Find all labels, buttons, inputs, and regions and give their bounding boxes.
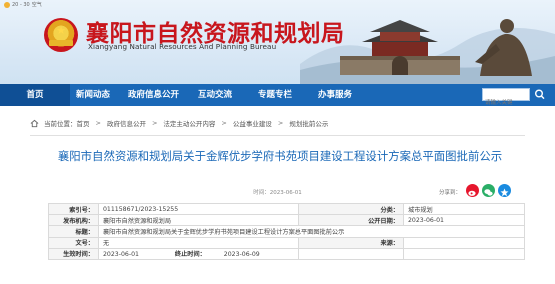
breadcrumb-separator: > xyxy=(95,119,101,127)
article-meta: 时间：2023-06-01 分享到： xyxy=(30,184,525,198)
search-box xyxy=(482,88,530,109)
breadcrumb-separator: > xyxy=(151,119,158,127)
docno-label: 文号： xyxy=(48,236,99,249)
nav-interaction[interactable]: 互动交流 xyxy=(198,84,232,106)
breadcrumb-statutory[interactable]: 法定主动公开内容 xyxy=(163,118,215,128)
weibo-share-icon[interactable] xyxy=(466,184,479,197)
pubdate-label: 公开日期： xyxy=(298,214,404,227)
nav-gov-info[interactable]: 政府信息公开 xyxy=(128,84,179,106)
sun-icon xyxy=(4,1,10,8)
qzone-share-icon[interactable] xyxy=(498,184,511,197)
category-label: 分类： xyxy=(298,202,404,216)
nav-services[interactable]: 办事服务 xyxy=(318,84,352,106)
publisher-value: 襄阳市自然资源和规划局 xyxy=(98,214,299,227)
table-row: 标题： 襄阳市自然资源和规划局关于金辉优步学府书苑项目建设工程设计方案总平面图批… xyxy=(48,225,525,238)
effective-label: 生效时间： xyxy=(48,247,99,260)
search-input[interactable] xyxy=(483,97,529,109)
nav-special-topics[interactable]: 专题专栏 xyxy=(258,84,292,106)
publisher-label: 发布机构： xyxy=(48,214,99,227)
source-label: 来源： xyxy=(298,236,404,249)
empty-cell xyxy=(298,247,404,260)
title-value: 襄阳市自然资源和规划局关于金辉优步学府书苑项目建设工程设计方案总平面图批前公示 xyxy=(98,225,525,238)
breadcrumb-separator: > xyxy=(221,119,227,127)
breadcrumb-planning-notice[interactable]: 规划批前公示 xyxy=(289,118,328,128)
index-value: 011158671/2023-15255 xyxy=(98,202,299,216)
site-header-banner: 20 - 30 空气 ★ 襄阳市自然资源和规划局 Xiangyang Natur… xyxy=(0,0,555,84)
weather-temperature: 20 - 30 xyxy=(12,1,30,8)
abolish-label: 终止时间： xyxy=(174,251,206,259)
national-emblem-icon: ★ xyxy=(44,18,78,52)
source-value xyxy=(403,236,525,249)
breadcrumb-public-welfare[interactable]: 公益事业建设 xyxy=(233,118,272,128)
abolish-date: 2023-06-09 xyxy=(223,251,260,259)
breadcrumb-separator: > xyxy=(277,119,284,127)
article-title: 襄阳市自然资源和规划局关于金辉优步学府书苑项目建设工程设计方案总平面图批前公示 xyxy=(57,149,503,163)
weather-widget: 20 - 30 空气 xyxy=(4,1,42,8)
index-label: 索引号： xyxy=(48,202,99,216)
divider xyxy=(30,135,525,136)
effective-date: 2023-06-01 xyxy=(103,251,139,259)
wechat-share-icon[interactable] xyxy=(482,184,495,197)
breadcrumb-gov-info[interactable]: 政府信息公开 xyxy=(107,118,146,128)
table-row: 文号： 无 来源： xyxy=(48,236,525,249)
share-label: 分享到： xyxy=(438,190,461,196)
table-row: 生效时间： 2023-06-01 终止时间： 2023-06-09 xyxy=(48,247,525,260)
site-subtitle: Xiangyang Natural Resources And Planning… xyxy=(88,42,277,51)
city-gate-scenery-image xyxy=(300,19,555,84)
main-nav: 首页 新闻动态 政府信息公开 互动交流 专题专栏 办事服务 xyxy=(0,84,555,109)
title-label: 标题： xyxy=(48,225,99,238)
breadcrumb-prefix: 当前位置： xyxy=(44,120,77,128)
table-row: 发布机构： 襄阳市自然资源和规划局 公开日期： 2023-06-01 xyxy=(48,214,525,227)
nav-news[interactable]: 新闻动态 xyxy=(76,84,110,106)
docno-value: 无 xyxy=(98,236,299,249)
effective-value: 2023-06-01 终止时间： 2023-06-09 xyxy=(98,247,299,260)
breadcrumb: 当前位置： 首页 > 政府信息公开 > 法定主动公开内容 > 公益事业建设 > … xyxy=(30,118,328,128)
category-value: 城市规划 xyxy=(403,202,525,216)
home-icon xyxy=(30,119,39,127)
table-row: 索引号： 011158671/2023-15255 分类： 城市规划 xyxy=(48,202,525,216)
pubdate-value: 2023-06-01 xyxy=(403,214,525,227)
breadcrumb-home[interactable]: 首页 xyxy=(77,118,90,128)
weather-aqi: 空气 xyxy=(31,2,42,8)
document-info-table: 索引号： 011158671/2023-15255 分类： 城市规划 发布机构：… xyxy=(48,202,525,260)
empty-cell xyxy=(403,247,525,260)
nav-home[interactable]: 首页 xyxy=(0,84,70,106)
search-icon[interactable] xyxy=(533,88,547,101)
